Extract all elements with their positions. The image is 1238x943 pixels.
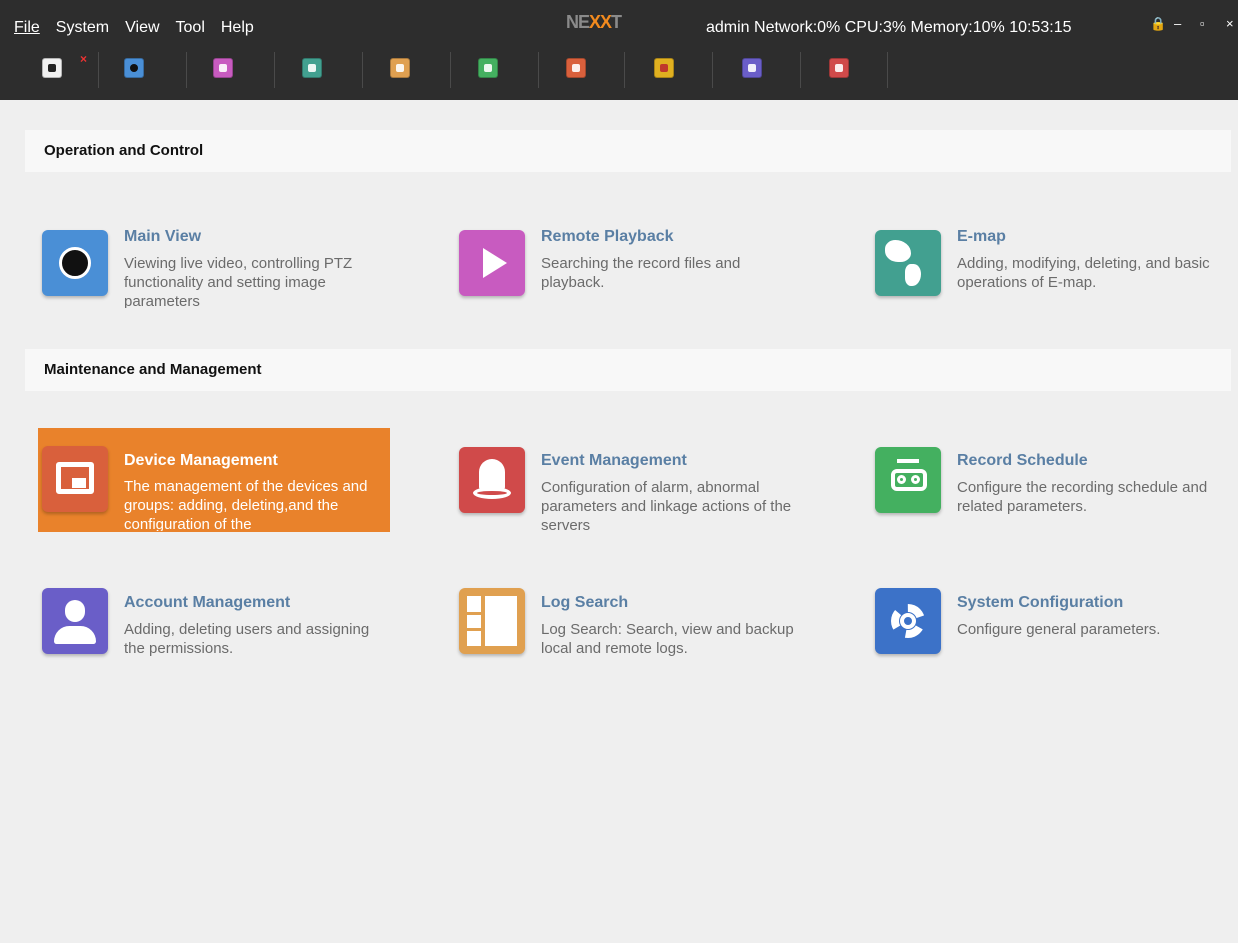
logo-text-xx: XX — [589, 12, 612, 32]
log-icon[interactable] — [390, 58, 410, 78]
emap-icon[interactable] — [302, 58, 322, 78]
card-title: System Configuration — [957, 594, 1124, 611]
main-view-icon — [42, 230, 108, 296]
card-main-view[interactable]: Main View Viewing live video, controllin… — [38, 228, 390, 332]
playback-icon[interactable] — [213, 58, 233, 78]
play-icon — [459, 230, 525, 296]
menu-tool[interactable]: Tool — [176, 19, 205, 37]
card-title: Log Search — [541, 594, 629, 611]
card-description: Adding, deleting users and assigning the… — [124, 621, 370, 657]
card-description: Searching the record files and playback. — [541, 255, 741, 291]
menu-system[interactable]: System — [56, 19, 109, 37]
card-record-schedule[interactable]: Record Schedule Configure the recording … — [871, 447, 1223, 556]
card-description: The management of the devices and groups… — [124, 478, 368, 531]
card-event-management[interactable]: Event Management Configuration of alarm,… — [455, 447, 807, 556]
card-title: Main View — [124, 228, 202, 245]
card-title: Account Management — [124, 594, 291, 611]
gear-icon — [875, 588, 941, 654]
record-icon[interactable] — [478, 58, 498, 78]
card-description: Adding, modifying, deleting, and basic o… — [957, 255, 1210, 291]
user-icon — [42, 588, 108, 654]
minimize-icon[interactable]: – — [1174, 16, 1181, 31]
status-readout: admin Network:0% CPU:3% Memory:10% 10:53… — [706, 19, 1072, 36]
logo-text-ne: NE — [566, 12, 590, 32]
log-list-icon — [459, 588, 525, 654]
home-icon[interactable] — [42, 58, 62, 78]
card-description: Log Search: Search, view and backup loca… — [541, 621, 794, 657]
tab-close-icon[interactable]: × — [80, 52, 87, 66]
card-description: Configuration of alarm, abnormal paramet… — [541, 479, 792, 532]
card-title: Event Management — [541, 452, 687, 469]
toolbar: × — [0, 44, 1238, 100]
alarm-bell-icon — [459, 447, 525, 513]
device-icon[interactable] — [566, 58, 586, 78]
section-header-operation: Operation and Control — [25, 130, 1231, 172]
event-icon[interactable] — [829, 58, 849, 78]
logo-text-t: T — [611, 12, 622, 32]
card-title: Device Management — [124, 452, 278, 469]
menu-bar: File System View Tool Help — [14, 19, 270, 37]
card-log-search[interactable]: Log Search Log Search: Search, view and … — [455, 588, 807, 698]
card-title: Record Schedule — [957, 452, 1088, 469]
card-title: Remote Playback — [541, 228, 674, 245]
card-description: Viewing live video, controlling PTZ func… — [124, 255, 353, 308]
video-recorder-icon — [875, 447, 941, 513]
lock-icon[interactable]: 🔒 — [1150, 16, 1166, 32]
card-emap[interactable]: E-map Adding, modifying, deleting, and b… — [871, 228, 1223, 332]
card-title: E-map — [957, 228, 1006, 245]
menu-help[interactable]: Help — [221, 19, 254, 37]
account-icon[interactable] — [742, 58, 762, 78]
folder-device-icon — [42, 446, 108, 512]
menu-view[interactable]: View — [125, 19, 159, 37]
card-account-management[interactable]: Account Management Adding, deleting user… — [38, 588, 390, 698]
title-bar: File System View Tool Help NEXXT admin N… — [0, 0, 1238, 44]
card-device-management[interactable]: Device Management The management of the … — [38, 428, 390, 532]
app-logo: NEXXT — [566, 12, 622, 33]
card-description: Configure general parameters. — [957, 621, 1161, 638]
card-description: Configure the recording schedule and rel… — [957, 479, 1208, 515]
card-system-configuration[interactable]: System Configuration Configure general p… — [871, 588, 1223, 698]
main-view-icon[interactable] — [124, 58, 144, 78]
alarm-icon[interactable] — [654, 58, 674, 78]
menu-file[interactable]: File — [14, 19, 40, 37]
card-remote-playback[interactable]: Remote Playback Searching the record fil… — [455, 228, 807, 332]
close-icon[interactable]: × — [1226, 16, 1234, 31]
maximize-icon[interactable]: ▫ — [1200, 16, 1205, 31]
section-header-maintenance: Maintenance and Management — [25, 349, 1231, 391]
globe-map-icon — [875, 230, 941, 296]
